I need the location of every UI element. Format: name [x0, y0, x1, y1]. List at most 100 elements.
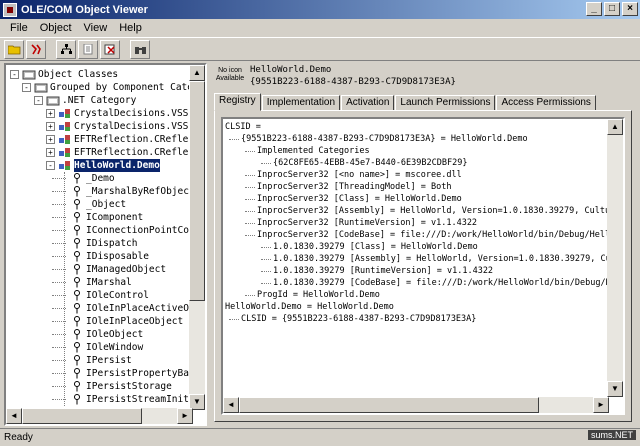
copy-button[interactable] — [78, 39, 98, 59]
release-button[interactable] — [100, 39, 120, 59]
registry-line[interactable]: {62C8FE65-4EBB-45e7-B440-6E39B2CDBF29} — [273, 157, 467, 169]
minimize-button[interactable]: _ — [586, 2, 602, 16]
tree-expander[interactable]: + — [46, 109, 55, 118]
close-button[interactable]: × — [622, 2, 638, 16]
scroll-left-button[interactable]: ◄ — [6, 408, 22, 424]
tree-node[interactable]: Grouped by Component Category — [34, 81, 193, 94]
tree-node[interactable]: IConnectionPointCo — [70, 224, 189, 237]
tree-node[interactable]: EFTReflection.CReflect — [58, 133, 193, 146]
scroll-up-button[interactable]: ▲ — [189, 65, 205, 81]
tree-node[interactable]: HelloWorld.Demo — [58, 159, 160, 172]
registry-line[interactable]: {9551B223-6188-4387-B293-C7D9D8173E3A} =… — [241, 133, 528, 145]
registry-line[interactable]: HelloWorld.Demo = HelloWorld.Demo — [225, 301, 394, 313]
registry-vertical-scrollbar[interactable]: ▲ ▼ — [607, 119, 623, 397]
connect-button[interactable] — [26, 39, 46, 59]
reg-scroll-down-button[interactable]: ▼ — [607, 381, 623, 397]
tree-view-button[interactable] — [56, 39, 76, 59]
tree-node-label: Grouped by Component Category — [50, 82, 193, 93]
tree-node[interactable]: CrystalDecisions.VSSh — [58, 107, 193, 120]
registry-line[interactable]: InprocServer32 [Assembly] = HelloWorld, … — [257, 205, 609, 217]
tab-access-permissions[interactable]: Access Permissions — [496, 95, 596, 111]
interface-lollipop-icon — [74, 264, 80, 275]
tab-registry[interactable]: Registry — [214, 93, 261, 111]
tree-expander[interactable]: + — [46, 148, 55, 157]
tree-node[interactable]: IOleInPlaceActiveO — [70, 302, 189, 315]
object-tree[interactable]: - Object Classes - Grouped by Component Cat… — [4, 63, 207, 426]
tree-node[interactable]: IPersistStreamInit — [70, 393, 189, 406]
menu-file[interactable]: File — [4, 22, 34, 34]
tab-launch-permissions[interactable]: Launch Permissions — [395, 95, 496, 111]
tree-node[interactable]: IOleControl — [70, 289, 149, 302]
tree-connector — [64, 172, 65, 406]
tree-node[interactable]: _Demo — [70, 172, 115, 185]
registry-line[interactable]: 1.0.1830.39279 [CodeBase] = file:///D:/w… — [273, 277, 609, 289]
tree-node[interactable]: IPersistPropertyBa — [70, 367, 189, 380]
tree-node-label: IDispatch — [86, 238, 138, 249]
tree-vertical-scrollbar[interactable]: ▲ ▼ — [189, 65, 205, 410]
tree-node[interactable]: .NET Category — [46, 94, 136, 107]
menu-help[interactable]: Help — [113, 22, 148, 34]
copy-icon — [83, 43, 92, 54]
tree-node-label: IOleWindow — [86, 342, 144, 353]
scroll-right-button[interactable]: ► — [177, 408, 193, 424]
registry-line[interactable]: 1.0.1830.39279 [Assembly] = HelloWorld, … — [273, 253, 609, 265]
registry-view[interactable]: CLSID = {9551B223-6188-4387-B293-C7D9D817… — [221, 117, 625, 415]
tab-activation[interactable]: Activation — [341, 95, 395, 111]
registry-line[interactable]: InprocServer32 [CodeBase] = file:///D:/w… — [257, 229, 609, 241]
interface-lollipop-icon — [74, 199, 80, 210]
reg-scroll-up-button[interactable]: ▲ — [607, 119, 623, 135]
tree-node[interactable]: IOleObject — [70, 328, 143, 341]
tree-horizontal-scrollbar[interactable]: ◄ ► — [6, 408, 193, 424]
tree-node[interactable]: IMarshal — [70, 276, 132, 289]
registry-line[interactable]: CLSID = — [225, 121, 261, 133]
tree-hscroll-thumb[interactable] — [22, 408, 142, 424]
tree-expander[interactable]: - — [46, 161, 55, 170]
view-type-info-button[interactable] — [130, 39, 150, 59]
registry-line[interactable]: 1.0.1830.39279 [Class] = HelloWorld.Demo — [273, 241, 478, 253]
registry-line[interactable]: InprocServer32 [Class] = HelloWorld.Demo — [257, 193, 462, 205]
tree-expander[interactable]: + — [46, 122, 55, 131]
menu-object[interactable]: Object — [34, 22, 78, 34]
menu-view[interactable]: View — [78, 22, 114, 34]
tree-view-icon — [60, 43, 72, 54]
tree-expander[interactable]: - — [34, 96, 43, 105]
tree-node-label: IPersistStorage — [86, 381, 172, 392]
reg-scroll-right-button[interactable]: ► — [593, 397, 609, 413]
registry-line[interactable]: InprocServer32 [RuntimeVersion] = v1.1.4… — [257, 217, 477, 229]
tab-implementation[interactable]: Implementation — [261, 95, 341, 111]
tree-node-label: IDisposable — [86, 251, 149, 262]
open-button[interactable] — [4, 39, 24, 59]
registry-line[interactable]: InprocServer32 [<no name>] = mscoree.dll — [257, 169, 462, 181]
registry-line[interactable]: Implemented Categories — [257, 145, 370, 157]
tree-scroll-thumb[interactable] — [189, 81, 205, 301]
tree-node[interactable]: IDispatch — [70, 237, 137, 250]
registry-horizontal-scrollbar[interactable]: ◄ ► — [223, 397, 609, 413]
tree-node[interactable]: Object Classes — [22, 68, 118, 81]
registry-line[interactable]: InprocServer32 [ThreadingModel] = Both — [257, 181, 451, 193]
no-icon-label: No icon Available — [215, 67, 245, 82]
object-name: HelloWorld.Demo — [250, 65, 332, 75]
registry-connector — [261, 163, 271, 164]
tree-node[interactable]: IOleInPlaceObject — [70, 315, 183, 328]
maximize-button[interactable]: □ — [604, 2, 620, 16]
tree-node[interactable]: EFTReflection.CReflect — [58, 146, 193, 159]
tree-node[interactable]: IPersist — [70, 354, 132, 367]
registry-line[interactable]: CLSID = {9551B223-6188-4387-B293-C7D9D81… — [241, 313, 476, 325]
tree-node[interactable]: IOleWindow — [70, 341, 143, 354]
tree-expander[interactable]: - — [10, 70, 19, 79]
registry-line[interactable]: ProgId = HelloWorld.Demo — [257, 289, 380, 301]
tree-node[interactable]: IManagedObject — [70, 263, 166, 276]
interface-lollipop-icon — [74, 342, 80, 353]
tree-node[interactable]: IDisposable — [70, 250, 149, 263]
tree-node[interactable]: IComponent — [70, 211, 143, 224]
tree-node[interactable]: CrystalDecisions.VSSh — [58, 120, 193, 133]
reg-hscroll-thumb[interactable] — [239, 397, 539, 413]
status-text: Ready — [4, 432, 33, 443]
reg-scroll-left-button[interactable]: ◄ — [223, 397, 239, 413]
tree-node[interactable]: IPersistStorage — [70, 380, 172, 393]
tree-expander[interactable]: + — [46, 135, 55, 144]
tree-node[interactable]: _MarshalByRefObjec — [70, 185, 189, 198]
registry-line[interactable]: 1.0.1830.39279 [RuntimeVersion] = v1.1.4… — [273, 265, 493, 277]
tree-expander[interactable]: - — [22, 83, 31, 92]
tree-node[interactable]: _Object — [70, 198, 126, 211]
